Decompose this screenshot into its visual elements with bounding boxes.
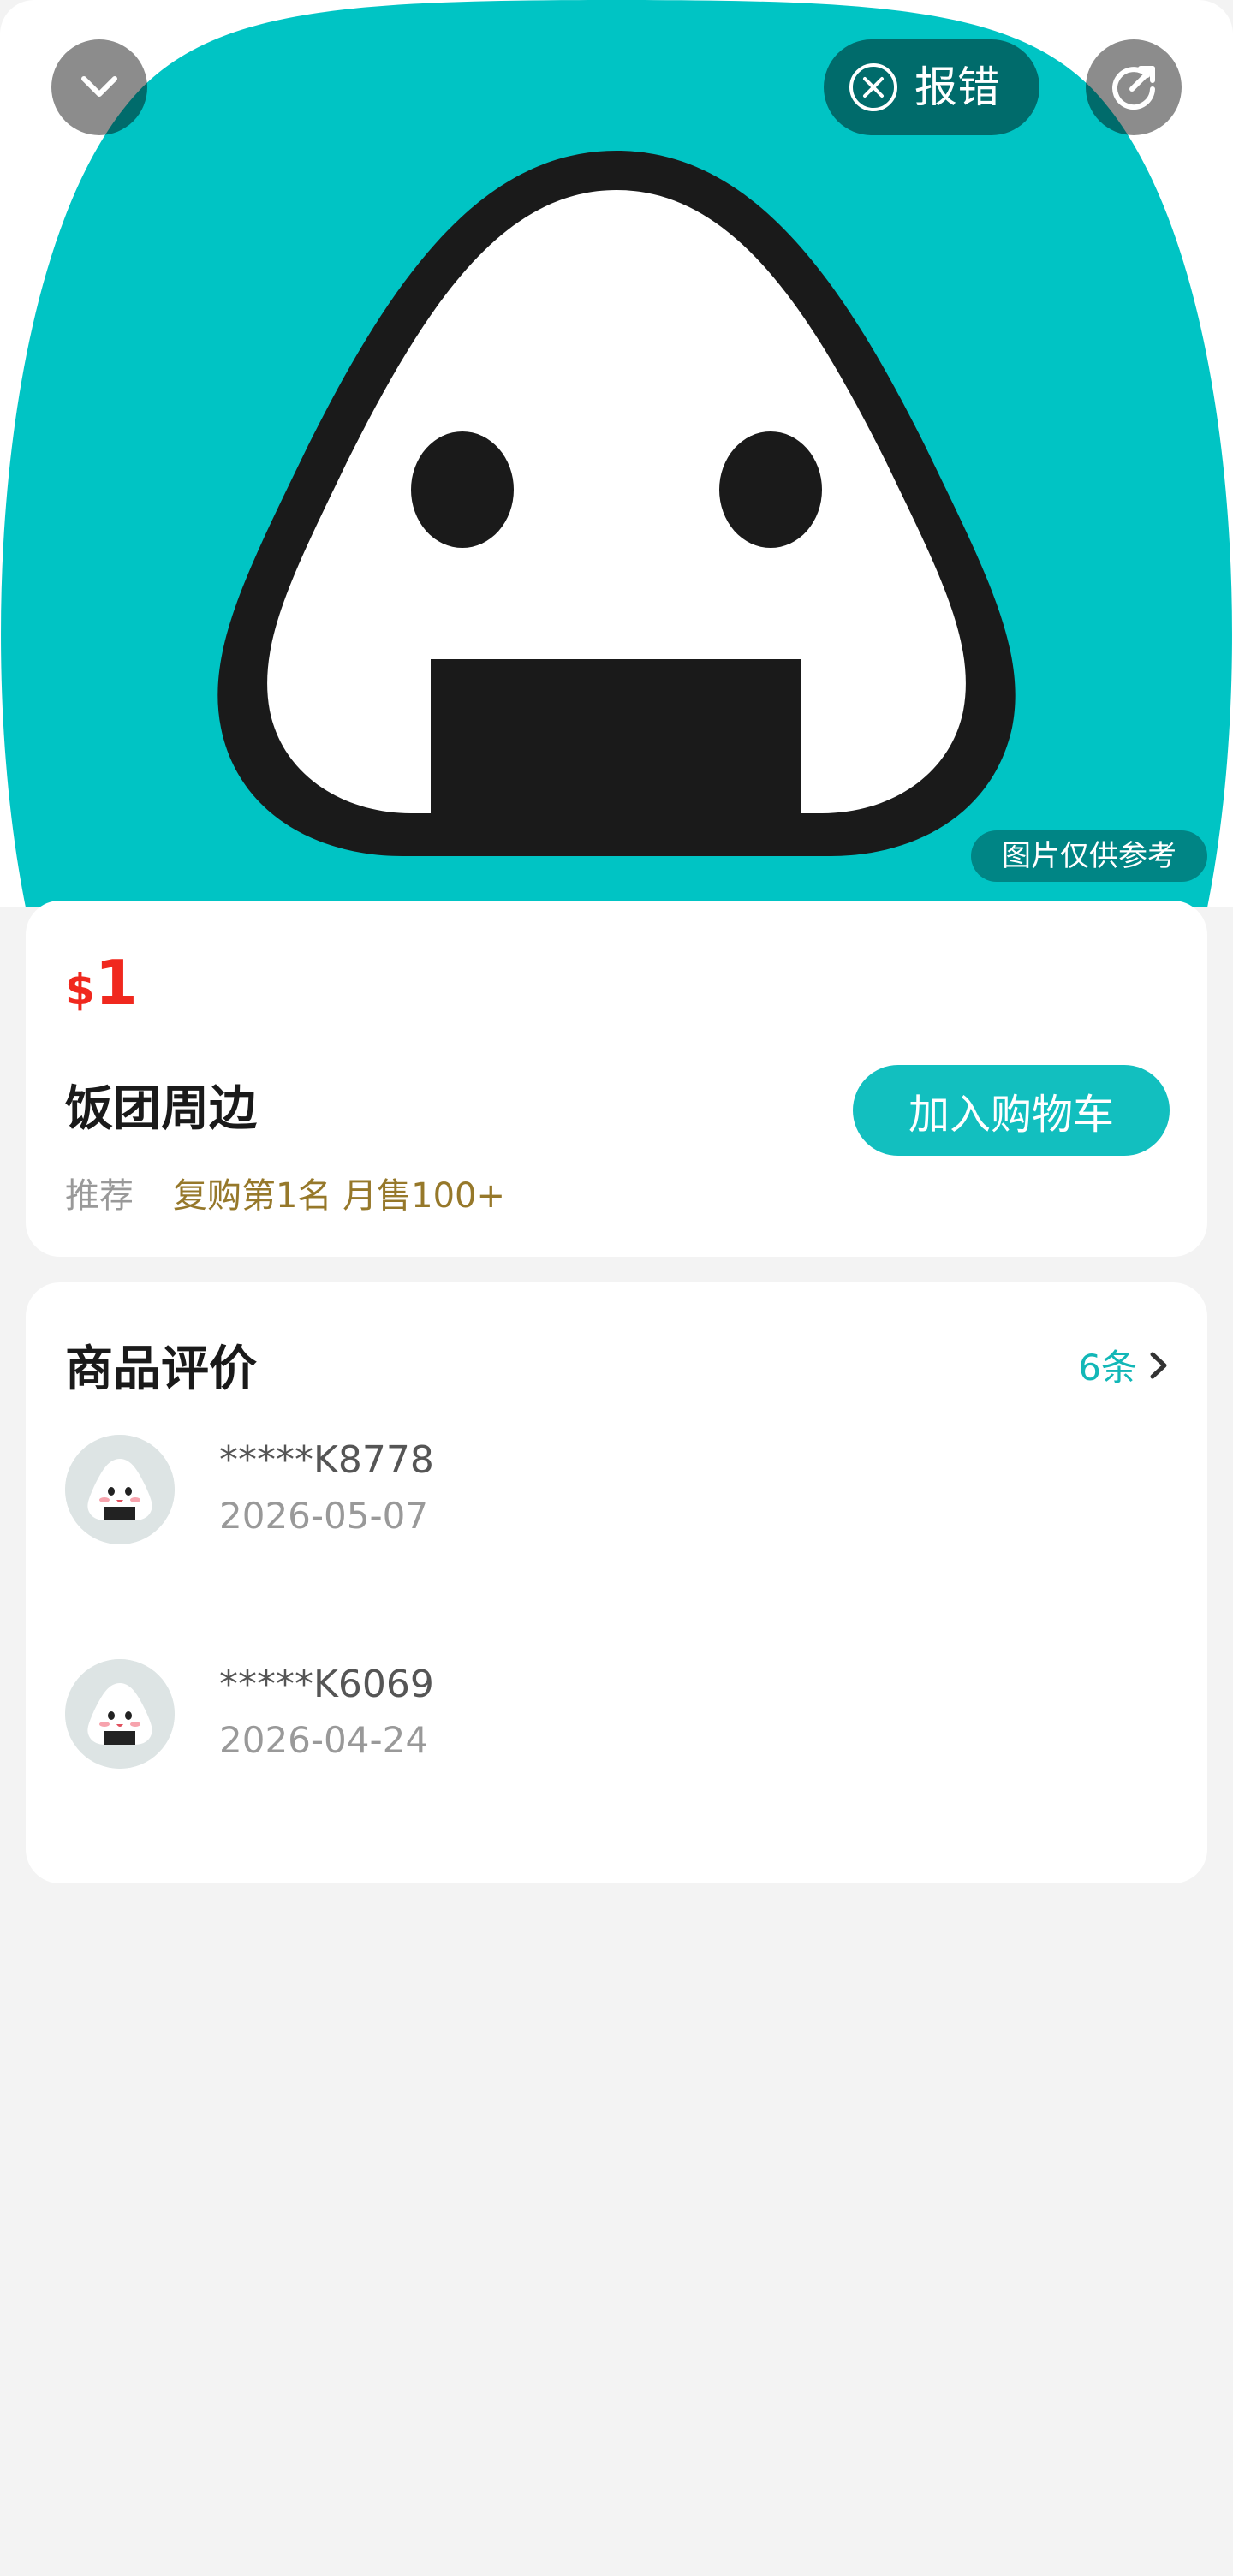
review-username: *****K8778 bbox=[219, 1438, 434, 1482]
reviews-title: 商品评价 bbox=[65, 1342, 257, 1397]
sales-stats: 复购第1名 月售100+ bbox=[173, 1176, 506, 1216]
reviews-count: 6条 bbox=[1078, 1347, 1137, 1389]
product-name: 饭团周边 bbox=[65, 1081, 257, 1137]
avatar bbox=[65, 1659, 175, 1769]
report-error-label: 报错 bbox=[914, 62, 1000, 112]
chevron-down-icon bbox=[81, 76, 117, 97]
report-error-button[interactable]: 报错 bbox=[824, 39, 1039, 135]
review-username: *****K6069 bbox=[219, 1663, 434, 1706]
share-icon bbox=[1112, 66, 1155, 110]
chevron-right-icon bbox=[1150, 1352, 1167, 1378]
product-price: $1 bbox=[65, 952, 138, 1014]
image-disclaimer: 图片仅供参考 bbox=[971, 830, 1207, 882]
product-image[interactable] bbox=[0, 0, 1233, 907]
reviews-count-link[interactable]: 6条 bbox=[1078, 1339, 1170, 1391]
close-circle-icon bbox=[849, 63, 897, 111]
review-date: 2026-04-24 bbox=[219, 1719, 429, 1761]
reviews-card: 商品评价 6条 *****K8778 2026-05-07 *****K6069… bbox=[26, 1282, 1207, 1883]
price-currency: $ bbox=[65, 965, 95, 1014]
product-meta: 推荐 复购第1名 月售100+ bbox=[65, 1168, 505, 1217]
add-to-cart-button[interactable]: 加入购物车 bbox=[853, 1065, 1170, 1156]
price-value: 1 bbox=[94, 947, 138, 1019]
product-info-card: $1 饭团周边 推荐 复购第1名 月售100+ 加入购物车 bbox=[26, 901, 1207, 1257]
product-hero: 报错 图片仅供参考 bbox=[0, 0, 1233, 907]
review-item[interactable]: *****K8778 2026-05-07 bbox=[65, 1435, 1170, 1546]
recommend-tag: 推荐 bbox=[65, 1176, 134, 1216]
review-item[interactable]: *****K6069 2026-04-24 bbox=[65, 1659, 1170, 1770]
review-date: 2026-05-07 bbox=[219, 1495, 429, 1537]
avatar bbox=[65, 1435, 175, 1544]
collapse-button[interactable] bbox=[51, 39, 147, 135]
share-button[interactable] bbox=[1086, 39, 1182, 135]
